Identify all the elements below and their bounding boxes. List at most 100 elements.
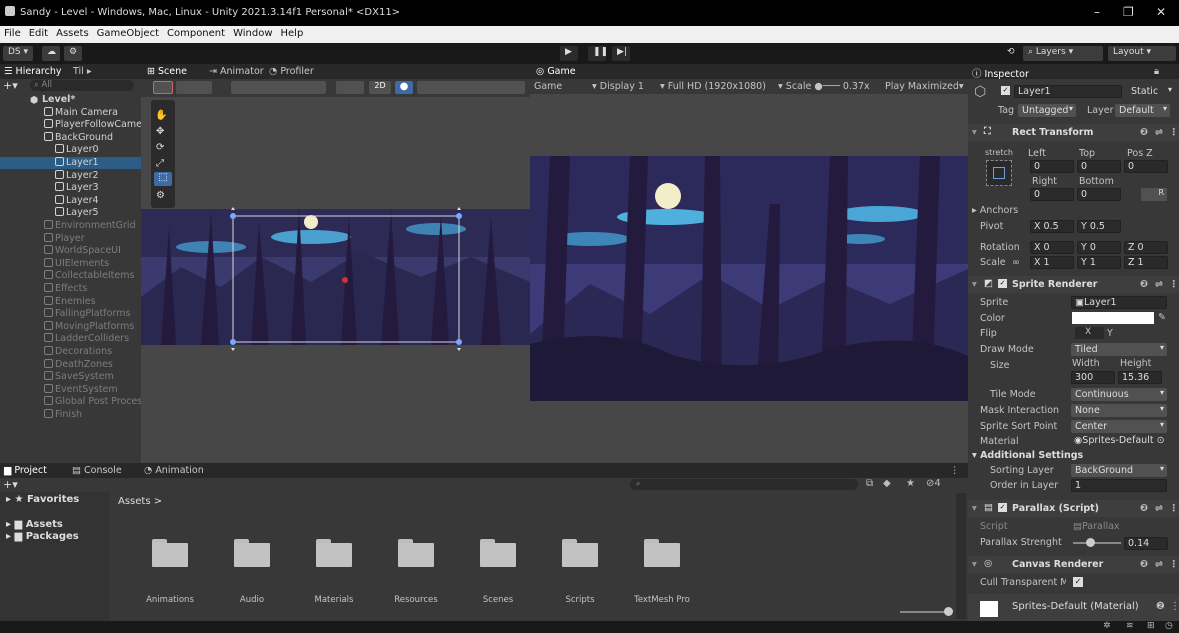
mask-interaction-dropdown[interactable]: None	[1071, 404, 1167, 417]
scale-z-field[interactable]: Z 1	[1124, 256, 1168, 269]
icon-size-slider[interactable]	[900, 611, 948, 613]
shading-dropdown[interactable]	[336, 81, 364, 94]
cache-icon[interactable]: ⊞	[1147, 621, 1155, 631]
snap-tools[interactable]	[231, 81, 326, 94]
hierarchy-row[interactable]: EnvironmentGrid	[0, 220, 141, 232]
menu-dots-icon[interactable]: ⋮	[1169, 503, 1179, 514]
step-button[interactable]: ▶|	[612, 46, 630, 61]
tab-hierarchy[interactable]: ☰ Hierarchy	[4, 66, 61, 77]
pause-button[interactable]: ❚❚	[588, 46, 608, 61]
folder-icon[interactable]	[316, 539, 352, 567]
scale-slider[interactable]: ▾ Scale ●─── 0.37x	[778, 81, 870, 92]
parallax-enabled-checkbox[interactable]: ✓	[998, 503, 1007, 512]
folder-label[interactable]: Resources	[371, 595, 461, 605]
pivot-y-field[interactable]: Y 0.5	[1077, 220, 1121, 233]
maximize-button[interactable]: ❐	[1123, 5, 1134, 19]
debug-icon[interactable]: ✲	[1103, 621, 1111, 631]
folder-icon[interactable]	[644, 539, 680, 567]
tab-scene[interactable]: ⊞ Scene	[147, 66, 187, 77]
left-field[interactable]: 0	[1030, 160, 1074, 173]
top-field[interactable]: 0	[1077, 160, 1121, 173]
hierarchy-row[interactable]: DeathZones	[0, 358, 141, 371]
preset-icon[interactable]: ⇌	[1155, 127, 1163, 138]
folder-icon[interactable]	[234, 539, 270, 567]
help-icon[interactable]: ❷	[1140, 503, 1148, 514]
favorites-item[interactable]: ▸ ★ Favorites	[6, 494, 79, 505]
hierarchy-row[interactable]: Layer2	[0, 169, 141, 182]
tag-dropdown[interactable]: Untagged	[1018, 104, 1076, 117]
preset-icon[interactable]: ⇌	[1155, 279, 1163, 290]
tab-game[interactable]: ◎ Game	[536, 66, 576, 77]
hierarchy-row[interactable]: Decorations	[0, 346, 141, 358]
raw-edit-button[interactable]: R	[1141, 188, 1167, 201]
history-icon[interactable]: ⟲	[1002, 46, 1018, 61]
layers-dropdown[interactable]: ⌕ Layers ▾	[1023, 46, 1103, 61]
hierarchy-row[interactable]: PlayerFollowCamera	[0, 119, 141, 131]
menu-dots-icon[interactable]: ⋮	[1170, 601, 1179, 612]
menu-dots-icon[interactable]: ⋮	[1169, 127, 1179, 138]
folder-icon[interactable]	[562, 539, 598, 567]
pivot-x-field[interactable]: X 0.5	[1030, 220, 1074, 233]
hierarchy-row[interactable]: LadderColliders	[0, 333, 141, 345]
sprite-field[interactable]: ▣Layer1	[1071, 296, 1167, 309]
folder-label[interactable]: Scenes	[453, 595, 543, 605]
create-button[interactable]: +▾	[3, 478, 18, 491]
active-checkbox[interactable]: ✓	[1001, 86, 1010, 95]
hierarchy-row[interactable]: BackGround	[0, 131, 141, 144]
tab-inspector[interactable]: ⓘ Inspector	[972, 66, 1029, 80]
hierarchy-row[interactable]: Layer3	[0, 182, 141, 194]
hierarchy-row[interactable]: UIElements	[0, 257, 141, 270]
rect-transform-header[interactable]: ▾ ⛶ Rect Transform ❷ ⇌ ⋮	[968, 124, 1179, 141]
menu-file[interactable]: File	[0, 26, 25, 39]
project-scrollbar[interactable]	[956, 493, 966, 619]
account-button[interactable]: DS ▾	[3, 46, 34, 61]
tab-animator[interactable]: ⇥ Animator	[209, 66, 264, 77]
static-dropdown[interactable]: Static	[1127, 85, 1175, 98]
tab-console[interactable]: ▤ Console	[72, 465, 122, 476]
2d-toggle[interactable]: 2D	[369, 81, 391, 94]
tile-mode-dropdown[interactable]: Continuous	[1071, 388, 1167, 401]
anchors-foldout[interactable]: ▸ Anchors	[972, 205, 1018, 216]
rotation-y-field[interactable]: Y 0	[1077, 241, 1121, 254]
cloud-icon[interactable]: ☁	[42, 46, 60, 61]
hierarchy-row[interactable]: WorldSpaceUI	[0, 245, 141, 257]
menu-edit[interactable]: Edit	[25, 26, 52, 39]
additional-settings-foldout[interactable]: ▾ Additional Settings	[972, 450, 1083, 461]
hierarchy-row[interactable]: Effects	[0, 283, 141, 295]
folder-label[interactable]: Materials	[289, 595, 379, 605]
hierarchy-row[interactable]: Enemies	[0, 295, 141, 308]
menu-help[interactable]: Help	[277, 26, 308, 39]
scene-view-options[interactable]	[417, 81, 525, 94]
order-in-layer-field[interactable]: 1	[1071, 479, 1167, 492]
menu-window[interactable]: Window	[229, 26, 276, 39]
menu-dots-icon[interactable]: ⋮	[1169, 559, 1179, 570]
color-swatch[interactable]	[1072, 312, 1154, 324]
folder-label[interactable]: Scripts	[535, 595, 625, 605]
bottom-field[interactable]: 0	[1077, 188, 1121, 201]
collab-icon[interactable]: ⚙	[64, 46, 82, 61]
game-mode-dropdown[interactable]: Game	[534, 81, 562, 92]
hierarchy-row[interactable]: Layer1	[0, 157, 141, 169]
hierarchy-row[interactable]: ⬢ Level*	[0, 94, 141, 106]
add-button[interactable]: +▾	[3, 79, 18, 92]
layout-dropdown[interactable]: Layout ▾	[1108, 46, 1176, 61]
menu-gameobject[interactable]: GameObject	[93, 26, 163, 39]
custom-tool-icon[interactable]: ⚙	[156, 190, 165, 201]
right-field[interactable]: 0	[1030, 188, 1074, 201]
material-field[interactable]: ◉Sprites-Default ⊙	[1071, 435, 1167, 448]
scale-y-field[interactable]: Y 1	[1077, 256, 1121, 269]
scale-link-icon[interactable]: ∞	[1012, 257, 1020, 268]
lock-icon[interactable]: 🔒︎	[1154, 66, 1159, 77]
preset-icon[interactable]: ⇌	[1155, 559, 1163, 570]
parallax-strength-field[interactable]: 0.14	[1124, 537, 1168, 550]
cull-transparent-checkbox[interactable]: ✓	[1073, 577, 1083, 587]
slider-thumb[interactable]	[1085, 538, 1095, 547]
filter-label-icon[interactable]: ◆	[883, 478, 891, 489]
hierarchy-row[interactable]: MovingPlatforms	[0, 320, 141, 333]
hierarchy-row[interactable]: CollectableItems	[0, 270, 141, 282]
display-dropdown[interactable]: ▾ Display 1	[592, 81, 644, 92]
slider-thumb[interactable]	[944, 607, 953, 616]
hand-tool-icon[interactable]: ✋	[155, 110, 167, 121]
rotate-tool-icon[interactable]: ⟳	[156, 142, 164, 153]
help-icon[interactable]: ❷	[1140, 559, 1148, 570]
